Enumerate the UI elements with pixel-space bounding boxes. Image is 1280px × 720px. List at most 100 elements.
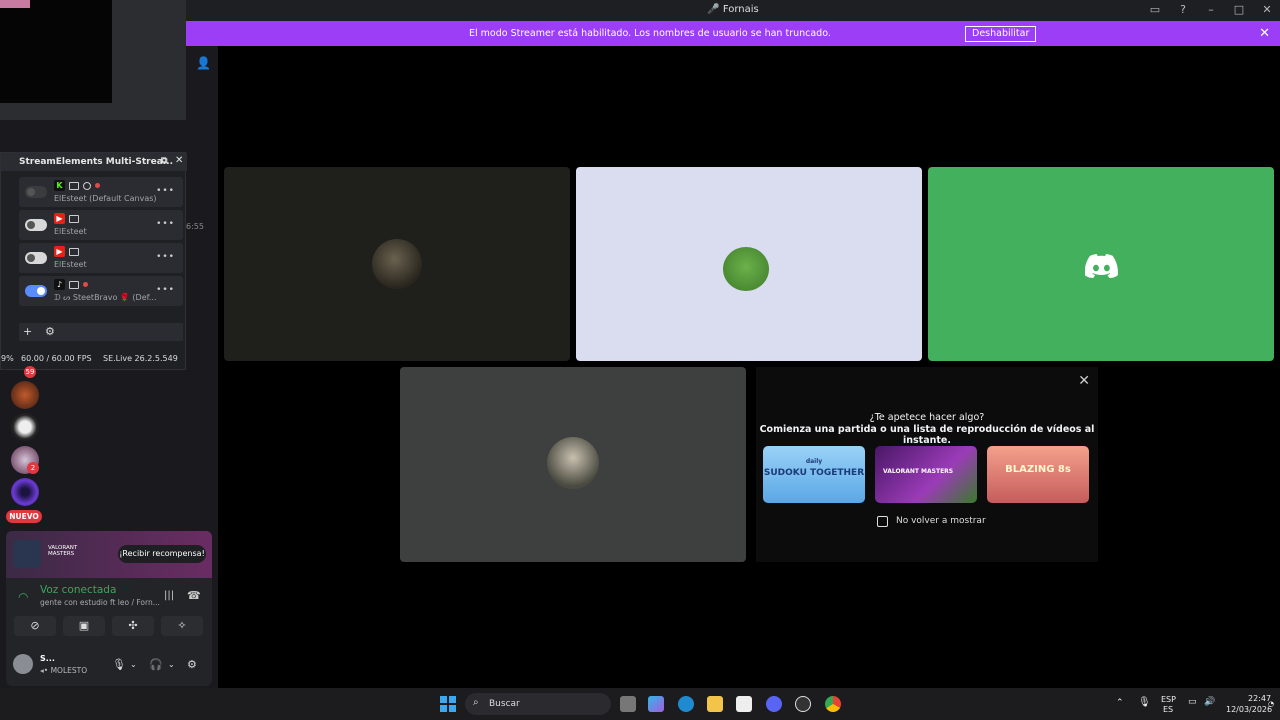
activities-button[interactable]: ✣: [112, 616, 154, 636]
stream-toggle[interactable]: [25, 186, 47, 198]
live-dot-icon: [83, 282, 88, 287]
keyboard-region[interactable]: ES: [1163, 705, 1173, 714]
close-icon[interactable]: ✕: [1259, 26, 1270, 41]
game-card-valorant[interactable]: VALORANT MASTERS: [875, 446, 977, 503]
new-badge: NUEVO: [6, 510, 42, 523]
stream-toggle[interactable]: [25, 252, 47, 264]
obs-icon[interactable]: [795, 696, 811, 712]
stream-row-tiktok[interactable]: ♪ ᗪ ᔕ SteetBravo 🌹 (Def... •••: [19, 276, 183, 306]
chrome-icon[interactable]: [825, 696, 841, 712]
screen-share-button[interactable]: ▣: [63, 616, 105, 636]
game-card-blazing-8s[interactable]: BLAZING 8s: [987, 446, 1089, 503]
taskbar: ⌕ Buscar ⌃ 🎙 ESP ES ▭ 🔊 22:47 12/03/2026…: [0, 688, 1280, 720]
preview-thumbnail: [0, 0, 30, 8]
streamelements-panel: StreamElements Multi-Strea... ⧉ ✕ K ElEs…: [0, 152, 187, 370]
help-icon[interactable]: ?: [1176, 3, 1190, 16]
video-tile[interactable]: [576, 167, 922, 361]
window-title: 🎤 Fornais: [707, 4, 759, 15]
maximize-icon[interactable]: □: [1232, 3, 1246, 16]
voice-status[interactable]: Voz conectada: [40, 584, 116, 596]
keyboard-lang[interactable]: ESP: [1161, 695, 1176, 704]
close-icon[interactable]: ✕: [1078, 373, 1090, 389]
server-icon[interactable]: [11, 478, 39, 506]
microphone-icon[interactable]: 🎙: [1138, 697, 1151, 708]
avatar[interactable]: [13, 654, 33, 674]
soundboard-wave-icon[interactable]: |||: [164, 590, 174, 601]
windows-start-icon[interactable]: [440, 696, 456, 712]
more-icon[interactable]: •••: [156, 285, 175, 295]
activity-subheading: Comienza una partida o una lista de repr…: [759, 424, 1095, 446]
clock-date[interactable]: 12/03/2026: [1226, 705, 1272, 714]
chevron-down-icon[interactable]: ⌄: [168, 660, 175, 669]
gear-icon[interactable]: ⚙: [187, 658, 197, 671]
video-tile[interactable]: [928, 167, 1274, 361]
activity-suggestion-panel: ✕ ¿Te apetece hacer algo? Comienza una p…: [756, 367, 1098, 562]
user-status: ◂• MOLESTO: [40, 666, 88, 675]
monitor-icon: [69, 181, 79, 190]
more-icon[interactable]: •••: [156, 219, 175, 229]
volume-icon[interactable]: 🔊: [1204, 697, 1215, 707]
camera-off-button[interactable]: ⊘: [14, 616, 56, 636]
video-tile[interactable]: [224, 167, 570, 361]
search-icon: ⌕: [473, 697, 479, 708]
streamer-mode-banner: El modo Streamer está habilitado. Los no…: [186, 21, 1280, 46]
store-icon[interactable]: [736, 696, 752, 712]
widgets-icon[interactable]: [648, 696, 664, 712]
disable-button[interactable]: Deshabilitar: [965, 26, 1037, 42]
version-label: SE.Live 26.2.5.549: [103, 354, 178, 363]
activity-heading: ¿Te apetece hacer algo?: [869, 412, 985, 423]
monitor-icon: [69, 247, 79, 256]
notification-icon[interactable]: ◔: [1268, 700, 1274, 708]
close-icon[interactable]: ✕: [1260, 3, 1274, 16]
server-icon[interactable]: [11, 413, 39, 441]
minimize-icon[interactable]: –: [1204, 3, 1218, 16]
monitor-icon: [69, 214, 79, 223]
tiktok-icon: ♪: [54, 279, 65, 290]
stream-row-kick[interactable]: K ElEsteet (Default Canvas) •••: [19, 177, 183, 207]
microphone-icon[interactable]: 🎙: [112, 658, 126, 671]
gear-icon[interactable]: ⚙: [45, 325, 55, 338]
server-icon[interactable]: [11, 381, 39, 409]
taskbar-search[interactable]: ⌕ Buscar: [465, 693, 611, 715]
game-card-sudoku[interactable]: daily SUDOKU TOGETHER: [763, 446, 865, 503]
disconnect-icon[interactable]: ☎: [187, 589, 201, 602]
stream-label: ElEsteet (Default Canvas): [54, 194, 157, 203]
chevron-up-icon[interactable]: ⌃: [1116, 698, 1124, 708]
discord-icon[interactable]: [766, 696, 782, 712]
promo-banner: VALORANT MASTERS ¡Recibir recompensa!: [6, 531, 212, 578]
video-tile[interactable]: [400, 367, 746, 562]
more-icon[interactable]: •••: [156, 252, 175, 262]
stream-row-youtube[interactable]: ▶ ElEsteet •••: [19, 243, 183, 273]
display-icon[interactable]: ▭: [1188, 697, 1197, 707]
edge-icon[interactable]: [678, 696, 694, 712]
file-explorer-icon[interactable]: [707, 696, 723, 712]
soundboard-button[interactable]: ✧: [161, 616, 203, 636]
checkbox-label[interactable]: No volver a mostrar: [896, 516, 986, 526]
search-placeholder: Buscar: [489, 699, 520, 709]
youtube-icon: ▶: [54, 246, 65, 257]
popout-icon[interactable]: ⧉: [161, 156, 167, 166]
headphones-icon[interactable]: 🎧: [149, 658, 163, 671]
username[interactable]: S...: [40, 654, 55, 663]
chevron-down-icon[interactable]: ⌄: [130, 660, 137, 669]
more-icon[interactable]: •••: [156, 186, 175, 196]
stream-label: ElEsteet: [54, 260, 87, 269]
title-bar: 🎤 Fornais ▭ ? – □ ✕: [186, 0, 1280, 21]
signal-icon[interactable]: ◠: [18, 590, 28, 604]
youtube-icon: ▶: [54, 213, 65, 224]
monitor-icon: [69, 280, 79, 289]
inbox-icon[interactable]: ▭: [1148, 3, 1162, 16]
add-member-icon[interactable]: 👤: [196, 56, 211, 70]
stream-row-youtube[interactable]: ▶ ElEsteet •••: [19, 210, 183, 240]
close-icon[interactable]: ✕: [175, 155, 183, 166]
add-icon[interactable]: +: [23, 325, 32, 338]
task-view-icon[interactable]: [620, 696, 636, 712]
stream-toggle[interactable]: [25, 219, 47, 231]
promo-brand: VALORANT MASTERS: [48, 545, 78, 557]
webcam-icon: [83, 181, 91, 190]
dont-show-again-checkbox[interactable]: [877, 516, 888, 527]
voice-channel[interactable]: gente con estudio ft leo / Forn...: [40, 598, 160, 607]
stream-toggle[interactable]: [25, 285, 47, 297]
kick-icon: K: [54, 180, 65, 191]
claim-reward-button[interactable]: ¡Recibir recompensa!: [118, 545, 206, 563]
